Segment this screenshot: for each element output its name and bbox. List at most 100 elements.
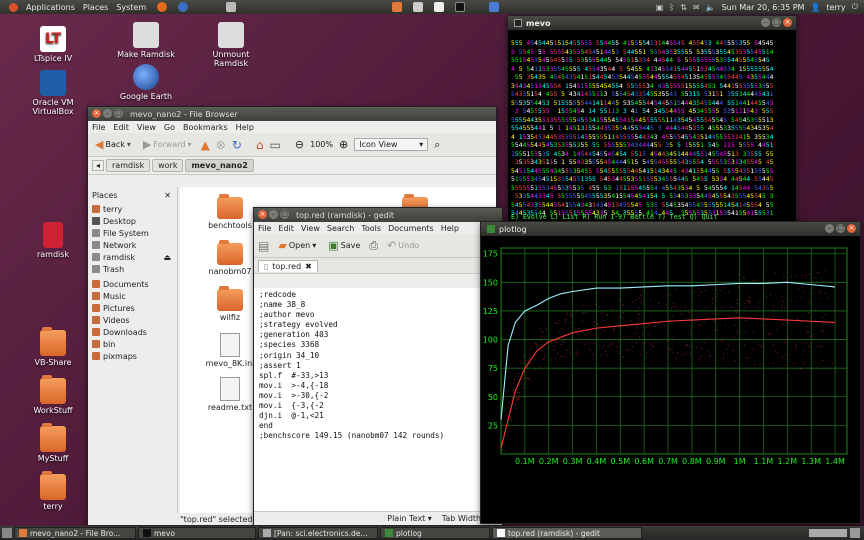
- menu-documents[interactable]: Documents: [388, 224, 434, 233]
- task-gedit[interactable]: top.red (ramdisk) - gedit: [492, 527, 642, 539]
- desktop-icon-terry[interactable]: terry: [18, 471, 88, 511]
- network-icon[interactable]: ⇅: [680, 3, 687, 12]
- close-icon[interactable]: ×: [92, 109, 101, 118]
- workspace-switcher[interactable]: [808, 528, 848, 538]
- minimize-icon[interactable]: –: [761, 18, 770, 27]
- sidebar-item-terry[interactable]: terry: [88, 203, 177, 215]
- file-item[interactable]: readme.txt: [200, 377, 260, 412]
- terminal-icon[interactable]: [455, 2, 466, 12]
- zoom-out-icon[interactable]: ⊖: [295, 138, 304, 151]
- mevo-titlebar[interactable]: mevo – □ ×: [508, 16, 796, 30]
- sidebar-item-pixmaps[interactable]: pixmaps: [88, 350, 177, 362]
- up-icon[interactable]: ▲: [201, 138, 210, 152]
- menu-help[interactable]: Help: [236, 123, 254, 132]
- maximize-icon[interactable]: □: [280, 210, 289, 219]
- search-icon[interactable]: ⌕: [434, 138, 440, 152]
- sidebar-item-music[interactable]: Music: [88, 290, 177, 302]
- task-mevo[interactable]: mevo: [138, 527, 256, 539]
- help-icon[interactable]: [178, 2, 189, 12]
- folder-icon[interactable]: [392, 2, 403, 12]
- gedit-titlebar[interactable]: × – □ top.red (ramdisk) - gedit: [254, 208, 502, 222]
- menu-file[interactable]: File: [92, 123, 105, 132]
- network-tool-icon[interactable]: [489, 2, 500, 12]
- task-plotlog[interactable]: plotlog: [380, 527, 490, 539]
- file-item[interactable]: nanobm07: [200, 240, 260, 276]
- sidebar-item-documents[interactable]: Documents: [88, 278, 177, 290]
- new-document-icon[interactable]: ▤: [258, 239, 269, 253]
- text-editor[interactable]: ;redcode ;name 38_8 ;author mevo ;strate…: [254, 288, 502, 513]
- file-item[interactable]: mevo_8K.ini: [200, 333, 260, 368]
- menu-go[interactable]: Go: [164, 123, 175, 132]
- sidebar-item-desktop[interactable]: Desktop: [88, 215, 177, 227]
- breadcrumb-work[interactable]: work: [152, 159, 184, 172]
- desktop-icon-google-earth[interactable]: Google Earth: [111, 64, 181, 101]
- menu-system[interactable]: System: [116, 3, 146, 12]
- close-icon[interactable]: ×: [258, 210, 267, 219]
- task-pan[interactable]: [Pan: sci.electronics.de...: [258, 527, 378, 539]
- close-icon[interactable]: ×: [783, 18, 792, 27]
- stop-icon[interactable]: ⊗: [216, 138, 226, 152]
- close-tab-icon[interactable]: ✖: [305, 262, 312, 271]
- breadcrumb-ramdisk[interactable]: ramdisk: [106, 159, 151, 172]
- menu-bookmarks[interactable]: Bookmarks: [183, 123, 228, 132]
- eject-icon[interactable]: ⏏: [163, 253, 171, 262]
- tab-top-red[interactable]: ▯ top.red ✖: [258, 259, 318, 272]
- drive-icon[interactable]: [226, 2, 237, 12]
- home-icon[interactable]: ⌂: [256, 138, 264, 152]
- menu-applications[interactable]: Applications: [26, 3, 75, 12]
- print-icon[interactable]: ⎙: [369, 239, 378, 253]
- volume-icon[interactable]: 🔈: [706, 3, 716, 12]
- maximize-icon[interactable]: □: [836, 224, 845, 233]
- file-item[interactable]: benchtools: [200, 194, 260, 230]
- close-sidebar-icon[interactable]: ✕: [164, 191, 171, 200]
- calculator-icon[interactable]: [413, 2, 424, 12]
- clock[interactable]: Sun Mar 20, 6:35 PM: [722, 3, 805, 12]
- minimize-icon[interactable]: –: [825, 224, 834, 233]
- sidebar-item-downloads[interactable]: Downloads: [88, 326, 177, 338]
- zoom-in-icon[interactable]: ⊕: [339, 138, 348, 151]
- menu-help[interactable]: Help: [441, 224, 459, 233]
- undo-button[interactable]: ↶ Undo: [384, 237, 422, 254]
- task-file-browser[interactable]: mevo_nano2 - File Bro...: [14, 527, 136, 539]
- desktop-icon-virtualbox[interactable]: Oracle VM VirtualBox: [18, 70, 88, 116]
- firefox-icon[interactable]: [157, 2, 168, 12]
- minimize-icon[interactable]: –: [103, 109, 112, 118]
- minimize-icon[interactable]: –: [269, 210, 278, 219]
- ubuntu-logo-icon[interactable]: [9, 2, 18, 12]
- menu-tools[interactable]: Tools: [361, 224, 381, 233]
- breadcrumb-left-icon[interactable]: ◂: [92, 160, 105, 171]
- back-button[interactable]: ◀ Back ▾: [92, 136, 134, 153]
- power-icon[interactable]: ⏻: [852, 2, 858, 12]
- menu-view[interactable]: View: [301, 224, 320, 233]
- sidebar-item-pictures[interactable]: Pictures: [88, 302, 177, 314]
- sidebar-header[interactable]: Places ✕: [88, 187, 177, 203]
- desktop-icon-ramdisk[interactable]: ramdisk: [18, 222, 88, 259]
- close-icon[interactable]: ×: [847, 224, 856, 233]
- sidebar-item-videos[interactable]: Videos: [88, 314, 177, 326]
- save-button[interactable]: ▣ Save: [325, 237, 363, 254]
- sidebar-item-trash[interactable]: Trash: [88, 263, 177, 275]
- menu-file[interactable]: File: [258, 224, 271, 233]
- menu-edit[interactable]: Edit: [278, 224, 294, 233]
- menu-search[interactable]: Search: [327, 224, 354, 233]
- file-item[interactable]: wilfiz: [200, 286, 260, 322]
- menu-edit[interactable]: Edit: [113, 123, 129, 132]
- show-desktop-icon[interactable]: [2, 528, 12, 538]
- desktop-icon-unmount-ramdisk[interactable]: Unmount Ramdisk: [196, 22, 266, 68]
- sidebar-item-file-system[interactable]: File System: [88, 227, 177, 239]
- trash-icon[interactable]: [850, 528, 860, 538]
- desktop-icon-ltspice[interactable]: LT LTspice IV: [18, 26, 88, 63]
- desktop-icon-vb-share[interactable]: VB-Share: [18, 327, 88, 367]
- mail-icon[interactable]: ✉: [693, 3, 700, 12]
- open-button[interactable]: ▰ Open ▾: [275, 237, 319, 254]
- menu-places[interactable]: Places: [83, 3, 108, 12]
- plotlog-titlebar[interactable]: plotlog – □ ×: [481, 222, 860, 236]
- maximize-icon[interactable]: □: [114, 109, 123, 118]
- maximize-icon[interactable]: □: [772, 18, 781, 27]
- user-name[interactable]: terry: [826, 3, 845, 12]
- desktop-icon-workstuff[interactable]: WorkStuff: [18, 375, 88, 415]
- computer-icon[interactable]: ▭: [270, 138, 281, 152]
- desktop-icon-mystuff[interactable]: MyStuff: [18, 423, 88, 463]
- desktop-icon-make-ramdisk[interactable]: Make Ramdisk: [111, 22, 181, 59]
- sidebar-item-ramdisk[interactable]: ramdisk ⏏: [88, 251, 177, 263]
